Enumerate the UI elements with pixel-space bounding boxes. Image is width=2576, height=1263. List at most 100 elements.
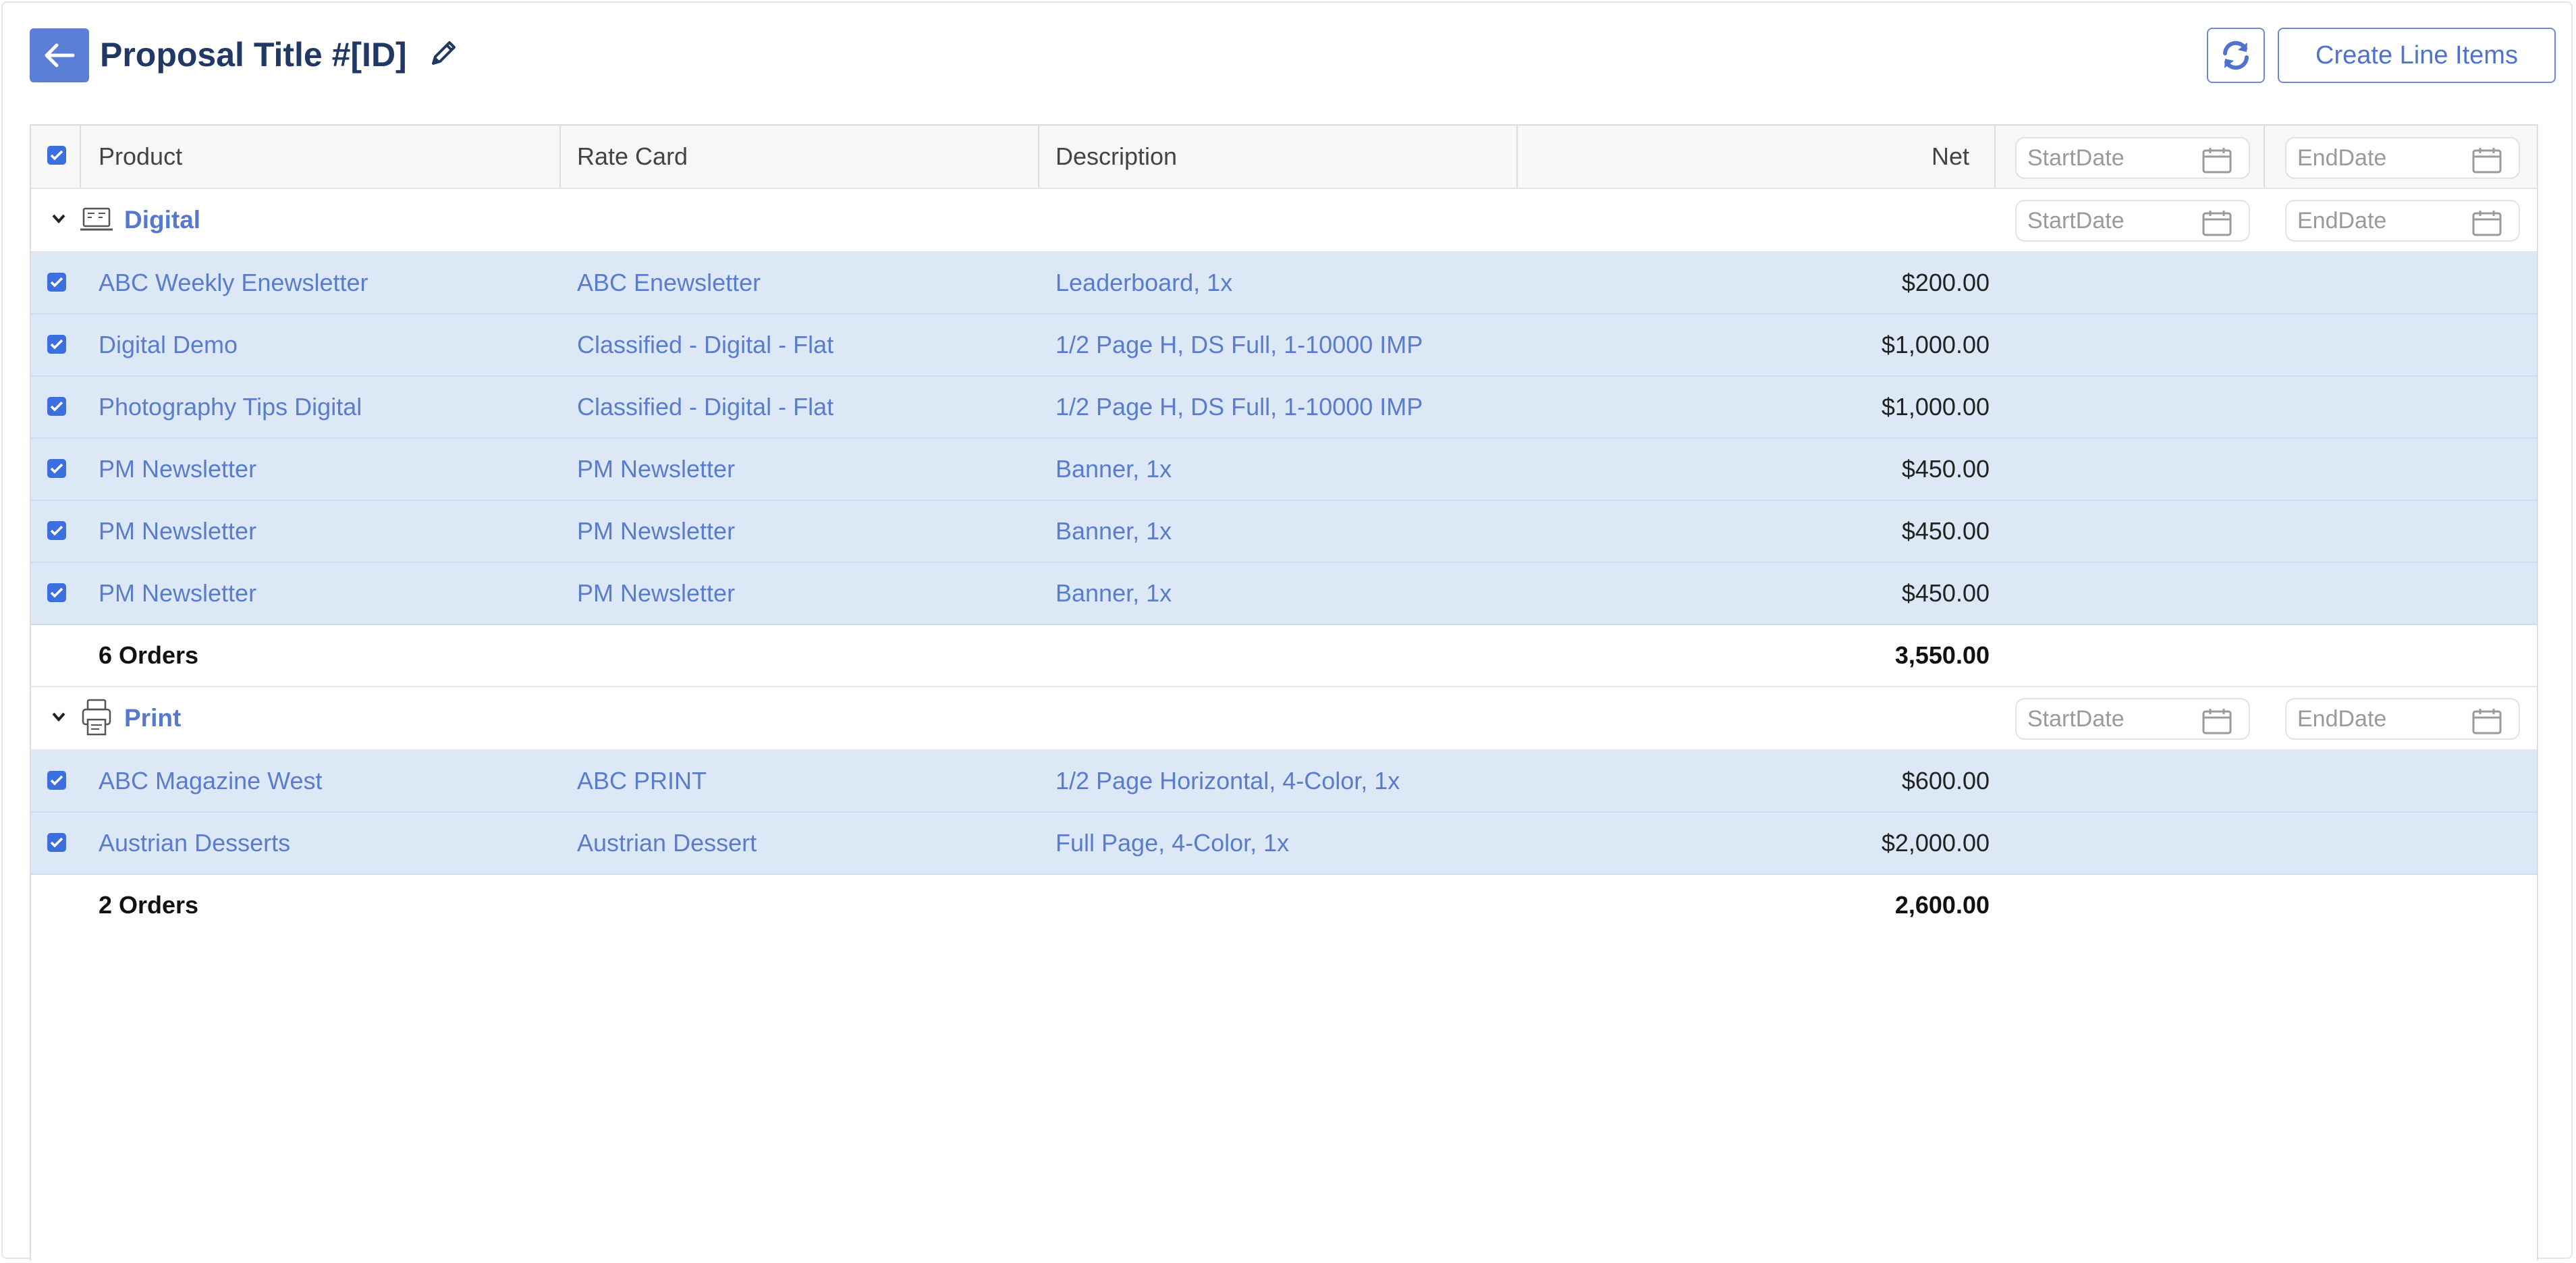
net-cell: $1,000.00 xyxy=(1881,393,1990,421)
table-row[interactable]: ABC Magazine West ABC PRINT 1/2 Page Hor… xyxy=(31,751,2537,813)
net-cell: $600.00 xyxy=(1901,767,1990,795)
rate-card-cell[interactable]: ABC PRINT xyxy=(577,751,707,811)
table-row[interactable]: Austrian Desserts Austrian Dessert Full … xyxy=(31,813,2537,875)
row-checkbox[interactable] xyxy=(47,273,66,292)
table-row[interactable]: Photography Tips Digital Classified - Di… xyxy=(31,377,2537,439)
pencil-icon[interactable] xyxy=(427,36,460,70)
refresh-button[interactable] xyxy=(2207,28,2265,83)
check-icon xyxy=(50,277,63,288)
grid-empty-area xyxy=(31,932,2537,1263)
header-end-date-input[interactable]: EndDate xyxy=(2285,137,2520,179)
product-cell[interactable]: PM Newsletter xyxy=(99,501,256,562)
column-header-product[interactable]: Product xyxy=(99,126,182,188)
net-cell: $450.00 xyxy=(1901,579,1990,607)
rate-card-cell[interactable]: PM Newsletter xyxy=(577,501,735,562)
group-row-print[interactable]: Print StartDate EndDate xyxy=(31,687,2537,751)
product-cell[interactable]: Digital Demo xyxy=(99,315,238,375)
laptop-icon xyxy=(80,207,113,231)
description-cell[interactable]: 1/2 Page H, DS Full, 1-10000 IMP xyxy=(1056,377,1423,437)
table-row[interactable]: PM Newsletter PM Newsletter Banner, 1x $… xyxy=(31,439,2537,501)
print-start-date-input[interactable]: StartDate xyxy=(2015,698,2250,740)
proposal-page: Proposal Title #[ID] Create Line Items P… xyxy=(1,1,2573,1263)
table-row[interactable]: PM Newsletter PM Newsletter Banner, 1x $… xyxy=(31,563,2537,625)
row-checkbox[interactable] xyxy=(47,397,66,416)
product-cell[interactable]: ABC Weekly Enewsletter xyxy=(99,252,368,313)
calendar-icon xyxy=(2202,148,2232,173)
rate-card-cell[interactable]: Austrian Dessert xyxy=(577,813,757,874)
start-date-placeholder: StartDate xyxy=(2027,144,2125,171)
product-cell[interactable]: ABC Magazine West xyxy=(99,751,322,811)
digital-end-date-input[interactable]: EndDate xyxy=(2285,200,2520,242)
order-count: 6 Orders xyxy=(99,641,199,669)
description-cell[interactable]: Leaderboard, 1x xyxy=(1056,252,1232,313)
start-date-placeholder: StartDate xyxy=(2027,705,2125,732)
net-cell: $450.00 xyxy=(1901,455,1990,483)
start-date-placeholder: StartDate xyxy=(2027,207,2125,234)
group-footer-print: 2 Orders 2,600.00 xyxy=(31,875,2537,937)
net-cell: $1,000.00 xyxy=(1881,331,1990,358)
description-cell[interactable]: 1/2 Page H, DS Full, 1-10000 IMP xyxy=(1056,315,1423,375)
group-row-digital[interactable]: Digital StartDate EndDate xyxy=(31,189,2537,252)
row-checkbox[interactable] xyxy=(47,833,66,852)
refresh-icon xyxy=(2223,41,2249,70)
printer-icon xyxy=(82,699,111,736)
net-cell: $200.00 xyxy=(1901,269,1990,296)
chevron-down-icon[interactable] xyxy=(51,711,66,722)
row-checkbox[interactable] xyxy=(47,521,66,540)
description-cell[interactable]: Banner, 1x xyxy=(1056,439,1172,500)
product-cell[interactable]: PM Newsletter xyxy=(99,439,256,500)
column-header-rate-card[interactable]: Rate Card xyxy=(577,126,688,188)
description-cell[interactable]: Full Page, 4-Color, 1x xyxy=(1056,813,1289,874)
description-cell[interactable]: Banner, 1x xyxy=(1056,501,1172,562)
rate-card-cell[interactable]: PM Newsletter xyxy=(577,439,735,500)
product-cell[interactable]: Photography Tips Digital xyxy=(99,377,362,437)
check-icon xyxy=(50,150,63,161)
row-checkbox[interactable] xyxy=(47,335,66,354)
column-header-description[interactable]: Description xyxy=(1056,126,1177,188)
calendar-icon xyxy=(2472,148,2502,173)
create-line-items-button[interactable]: Create Line Items xyxy=(2278,28,2556,83)
product-cell[interactable]: Austrian Desserts xyxy=(99,813,290,874)
arrow-left-icon xyxy=(45,43,75,68)
check-icon xyxy=(50,837,63,848)
rate-card-cell[interactable]: Classified - Digital - Flat xyxy=(577,315,833,375)
rate-card-cell[interactable]: ABC Enewsletter xyxy=(577,252,761,313)
rate-card-cell[interactable]: PM Newsletter xyxy=(577,563,735,624)
group-total: 3,550.00 xyxy=(1894,641,1990,669)
calendar-icon xyxy=(2472,709,2502,734)
table-row[interactable]: Digital Demo Classified - Digital - Flat… xyxy=(31,315,2537,377)
header-start-date-input[interactable]: StartDate xyxy=(2015,137,2250,179)
chevron-down-icon[interactable] xyxy=(51,213,66,224)
check-icon xyxy=(50,463,63,474)
net-cell: $2,000.00 xyxy=(1881,829,1990,857)
calendar-icon xyxy=(2202,709,2232,734)
column-header-net[interactable]: Net xyxy=(1516,126,1990,188)
group-label-print: Print xyxy=(124,704,182,732)
line-items-grid: Product Rate Card Description Net StartD… xyxy=(30,124,2538,1263)
group-label-digital: Digital xyxy=(124,206,201,234)
row-checkbox[interactable] xyxy=(47,583,66,602)
description-cell[interactable]: 1/2 Page Horizontal, 4-Color, 1x xyxy=(1056,751,1400,811)
group-total: 2,600.00 xyxy=(1894,891,1990,919)
rate-card-cell[interactable]: Classified - Digital - Flat xyxy=(577,377,833,437)
row-checkbox[interactable] xyxy=(47,771,66,790)
check-icon xyxy=(50,775,63,786)
row-checkbox[interactable] xyxy=(47,459,66,478)
back-button[interactable] xyxy=(30,28,89,82)
check-icon xyxy=(50,525,63,536)
order-count: 2 Orders xyxy=(99,891,199,919)
net-cell: $450.00 xyxy=(1901,517,1990,545)
description-cell[interactable]: Banner, 1x xyxy=(1056,563,1172,624)
select-all-checkbox[interactable] xyxy=(47,146,66,165)
print-end-date-input[interactable]: EndDate xyxy=(2285,698,2520,740)
calendar-icon xyxy=(2202,211,2232,236)
end-date-placeholder: EndDate xyxy=(2297,144,2387,171)
end-date-placeholder: EndDate xyxy=(2297,705,2387,732)
table-row[interactable]: PM Newsletter PM Newsletter Banner, 1x $… xyxy=(31,501,2537,563)
check-icon xyxy=(50,339,63,350)
check-icon xyxy=(50,587,63,598)
group-footer-digital: 6 Orders 3,550.00 xyxy=(31,625,2537,687)
product-cell[interactable]: PM Newsletter xyxy=(99,563,256,624)
digital-start-date-input[interactable]: StartDate xyxy=(2015,200,2250,242)
table-row[interactable]: ABC Weekly Enewsletter ABC Enewsletter L… xyxy=(31,252,2537,315)
